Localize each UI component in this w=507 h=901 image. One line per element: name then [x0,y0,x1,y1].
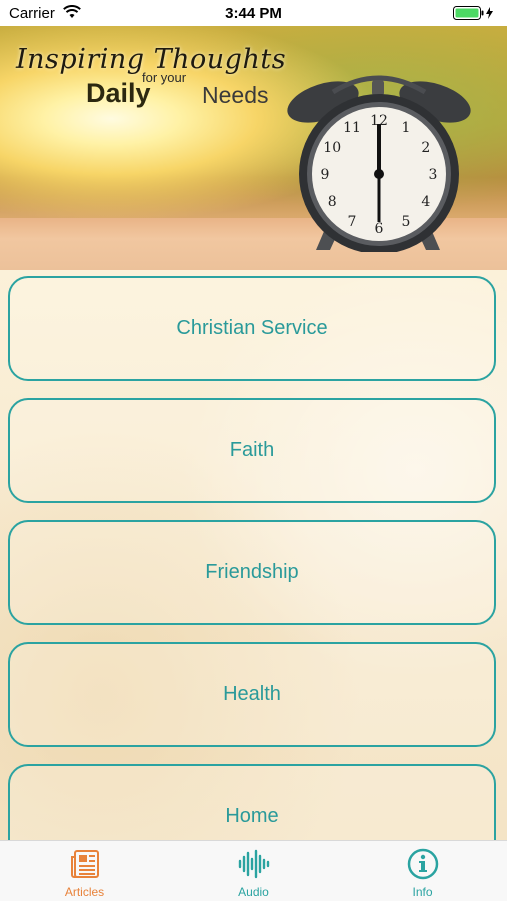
tab-articles-label: Articles [64,885,105,899]
status-bar: Carrier 3:44 PM [0,0,507,26]
tab-articles[interactable]: Articles [0,841,169,901]
clock-number: 9 [321,167,330,183]
clock-number: 4 [421,194,430,210]
clock-number: 1 [402,120,411,136]
info-icon [338,848,507,880]
clock-number: 8 [328,194,337,210]
clock-number: 7 [348,214,357,230]
logo-needs: Needs [202,82,269,108]
logo-daily: Daily [86,78,151,108]
tab-info-label: Info [412,885,433,899]
status-time: 3:44 PM [225,5,282,22]
header-banner: Inspiring Thoughts for your Daily Needs … [0,26,507,270]
newspaper-icon [0,848,169,880]
app-logo: Inspiring Thoughts for your Daily Needs [16,44,286,108]
clock-number: 5 [402,214,411,230]
clock-number: 10 [323,140,341,156]
tab-audio-label: Audio [238,885,269,899]
audio-waveform-icon [169,848,338,880]
category-christian-service-button[interactable]: Christian Service [8,276,496,381]
tab-info[interactable]: Info [338,841,507,901]
category-health-button[interactable]: Health [8,642,496,747]
alarm-clock-image: 12 1 2 3 4 5 6 7 8 9 10 11 [278,72,478,257]
category-home-button[interactable]: Home [8,764,496,840]
category-friendship-button[interactable]: Friendship [8,520,496,625]
clock-number: 6 [375,221,384,237]
tab-audio[interactable]: Audio [169,841,338,901]
category-faith-button[interactable]: Faith [8,398,496,503]
clock-number: 2 [421,140,430,156]
battery-charging-icon [453,6,495,24]
tab-bar: Articles Audio Info [0,840,507,901]
clock-number: 3 [429,167,438,183]
alarm-clock-icon: 12 1234567891011 [287,75,471,254]
clock-number: 11 [343,120,361,136]
category-list[interactable]: Christian Service Faith Friendship Healt… [0,270,507,840]
